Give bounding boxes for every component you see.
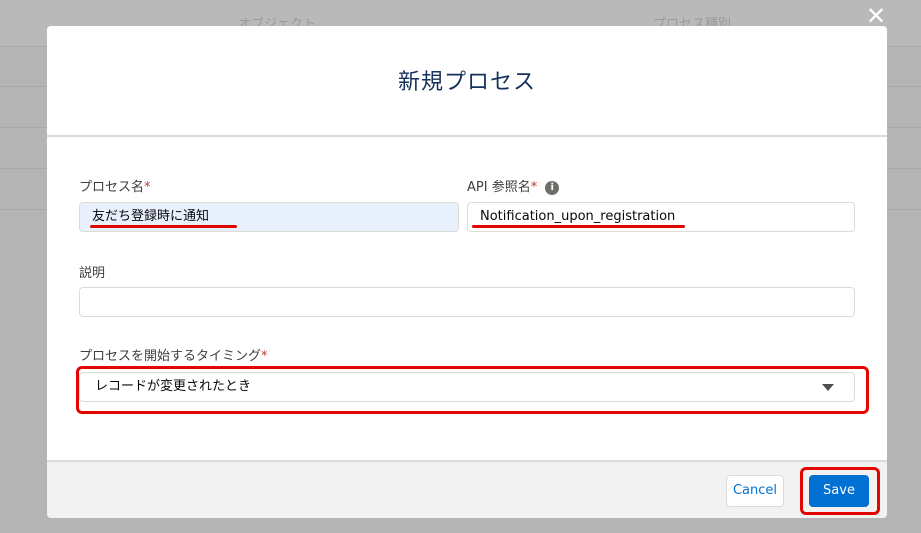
timing-label: プロセスを開始するタイミング* (79, 345, 268, 364)
api-name-label: API 参照名* i (467, 176, 560, 195)
cancel-button[interactable]: Cancel (726, 475, 784, 507)
process-name-label-text: プロセス名 (79, 180, 145, 195)
description-label: 説明 (79, 266, 106, 281)
modal-header: 新規プロセス (47, 26, 887, 137)
timing-label-text: プロセスを開始するタイミング (79, 349, 262, 364)
process-name-label: プロセス名* (79, 176, 151, 195)
new-process-modal: 新規プロセス プロセス名* 友だち登録時に通知 API 参照名* i Notifi… (47, 26, 887, 518)
annotation-highlight-save (800, 467, 880, 515)
required-mark: * (530, 180, 538, 195)
modal-title: 新規プロセス (397, 70, 536, 95)
annotation-underline (90, 225, 237, 228)
required-mark: * (261, 349, 268, 364)
modal-footer: Cancel Save (47, 460, 887, 518)
annotation-highlight-timing (76, 366, 869, 414)
annotation-underline (472, 225, 685, 228)
required-mark: * (144, 180, 151, 195)
api-name-label-text: API 参照名 (467, 180, 531, 195)
description-input[interactable] (79, 287, 855, 317)
info-icon[interactable]: i (545, 181, 560, 195)
